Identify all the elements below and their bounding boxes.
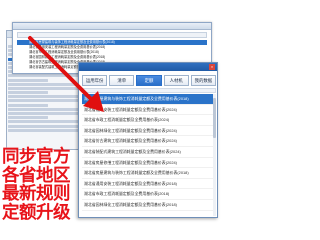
tab-bill[interactable]: 清单 [109, 75, 135, 86]
quota-selection-dialog: × 运用年份 清单 定额 人材机 我的数据 湖北省房屋建筑与装饰工程消耗量定额及… [78, 62, 218, 218]
scrollbar-thumb[interactable] [213, 98, 216, 138]
quota-list: 湖北省房屋建筑与装饰工程消耗量定额及全费用基价表(2018) 湖北省通用安装工程… [82, 94, 216, 211]
list-header [82, 88, 216, 93]
list-item[interactable] [8, 91, 48, 95]
list-item[interactable] [8, 95, 80, 99]
list-item[interactable] [8, 78, 48, 82]
top-dialog-titlebar [13, 23, 211, 30]
promo-overlay-text: 同步官方 各省地区 最新规则 定额升级 [2, 148, 78, 222]
vertical-scrollbar[interactable] [213, 94, 216, 216]
list-item[interactable]: 湖北省园林绿化工程消耗量定额及全费用基价表(2024) [82, 126, 216, 137]
tab-quota[interactable]: 定额 [136, 75, 162, 86]
dialog-titlebar: × [79, 63, 217, 71]
list-item[interactable] [8, 74, 80, 78]
list-item[interactable]: 湖北省房屋建筑与装饰工程消耗量定额及全费用基价表(2018) [82, 168, 216, 179]
list-item[interactable]: 湖北省房屋建筑与装饰工程消耗量定额及全费用基价表(2018) [82, 94, 216, 105]
tab-year[interactable]: 运用年份 [82, 75, 108, 86]
list-item[interactable]: 湖北省市政工程消耗量定额及全费用基价表(2018) [82, 189, 216, 200]
list-item[interactable] [8, 112, 80, 115]
list-item[interactable] [8, 107, 80, 111]
tab-materials[interactable]: 人材机 [163, 75, 189, 86]
promo-line: 各省地区 [2, 165, 71, 186]
list-item[interactable] [8, 86, 80, 90]
list-item[interactable]: 湖北省市政工程消耗量定额及全费用基价表(2024) [82, 115, 216, 126]
list-item[interactable] [8, 82, 80, 86]
promo-line: 同步官方 [2, 147, 71, 167]
list-item[interactable] [8, 116, 48, 120]
list-item[interactable] [8, 128, 80, 132]
list-item[interactable]: 湖北省房屋修缮工程消耗量定额及全费用基价表(2024) [82, 158, 216, 169]
close-icon[interactable]: × [209, 64, 215, 70]
tab-my-data[interactable]: 我的数据 [190, 75, 217, 86]
list-item[interactable]: 湖北省园林绿化工程消耗量定额及全费用基价表(2018) [82, 200, 216, 211]
list-item[interactable] [8, 99, 80, 103]
dialog-tabs: 运用年份 清单 定额 人材机 我的数据 [82, 75, 217, 86]
list-item[interactable]: 湖北省装配式建筑工程消耗量定额及全费用基价表(2024) [82, 147, 216, 158]
top-dialog-tabbar [17, 32, 207, 38]
list-item[interactable] [8, 120, 80, 124]
list-item[interactable]: 湖北省仿古建筑工程消耗量定额及全费用基价表(2024) [82, 136, 216, 147]
promo-line: 最新规则 [2, 184, 71, 204]
list-item[interactable] [8, 124, 80, 128]
list-item[interactable]: 湖北省通用安装工程消耗量定额及全费用基价表(2018) [82, 179, 216, 190]
list-item[interactable] [8, 103, 48, 107]
list-item[interactable]: 湖北省通用安装工程消耗量定额及全费用基价表(2024) [82, 105, 216, 116]
promo-line: 定额升级 [2, 202, 71, 223]
